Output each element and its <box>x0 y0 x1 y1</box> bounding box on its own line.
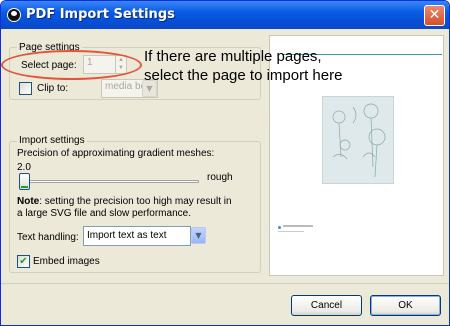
preview-illustration <box>322 96 394 184</box>
title-bar[interactable]: PDF Import Settings ✕ <box>1 1 449 29</box>
flower-sketch-icon <box>332 103 386 178</box>
precision-value: 2.0 <box>17 162 31 173</box>
close-icon[interactable]: ✕ <box>424 5 445 26</box>
precision-slider-track[interactable] <box>21 180 199 183</box>
import-settings-legend: Import settings <box>17 135 87 146</box>
chevron-down-icon[interactable]: ▼ <box>191 227 206 244</box>
preview-caption <box>283 225 313 227</box>
dialog-content: Page settings Select page: 1 ▲ ▼ Clip to… <box>1 29 449 325</box>
text-handling-value: Import text as text <box>87 230 167 241</box>
note-line-1: Note: setting the precision too high may… <box>17 196 232 207</box>
preview-bullet <box>278 226 281 229</box>
cancel-button[interactable]: Cancel <box>291 295 362 316</box>
clip-to-label: Clip to: <box>37 83 69 94</box>
preview-caption-line <box>278 231 304 232</box>
ok-button[interactable]: OK <box>370 295 441 316</box>
precision-slider-thumb[interactable] <box>19 173 30 190</box>
highlight-ellipse <box>1 50 142 80</box>
button-separator <box>1 283 449 284</box>
slider-rough-label: rough <box>207 172 233 183</box>
embed-images-checkbox[interactable]: ✔ <box>17 255 30 268</box>
text-handling-dropdown[interactable]: Import text as text <box>83 226 191 246</box>
precision-label: Precision of approximating gradient mesh… <box>17 148 215 159</box>
note-bold: Note <box>17 196 40 207</box>
annotation-line-2: select the page to import here <box>144 67 343 84</box>
embed-images-label: Embed images <box>33 256 100 267</box>
window-title: PDF Import Settings <box>26 7 175 22</box>
import-settings-group <box>9 141 261 273</box>
text-handling-label: Text handling: <box>17 232 79 243</box>
annotation-line-1: If there are multiple pages, <box>144 48 322 65</box>
annotation-text: If there are multiple pages, select the … <box>144 47 342 85</box>
note-line-2: a large SVG file and slow performance. <box>17 208 191 219</box>
note-text: : setting the precision too high may res… <box>39 196 232 207</box>
inkscape-logo-icon <box>7 8 21 22</box>
pdf-import-dialog: PDF Import Settings ✕ Page settings Sele… <box>0 0 450 326</box>
clip-to-checkbox[interactable] <box>19 82 32 95</box>
